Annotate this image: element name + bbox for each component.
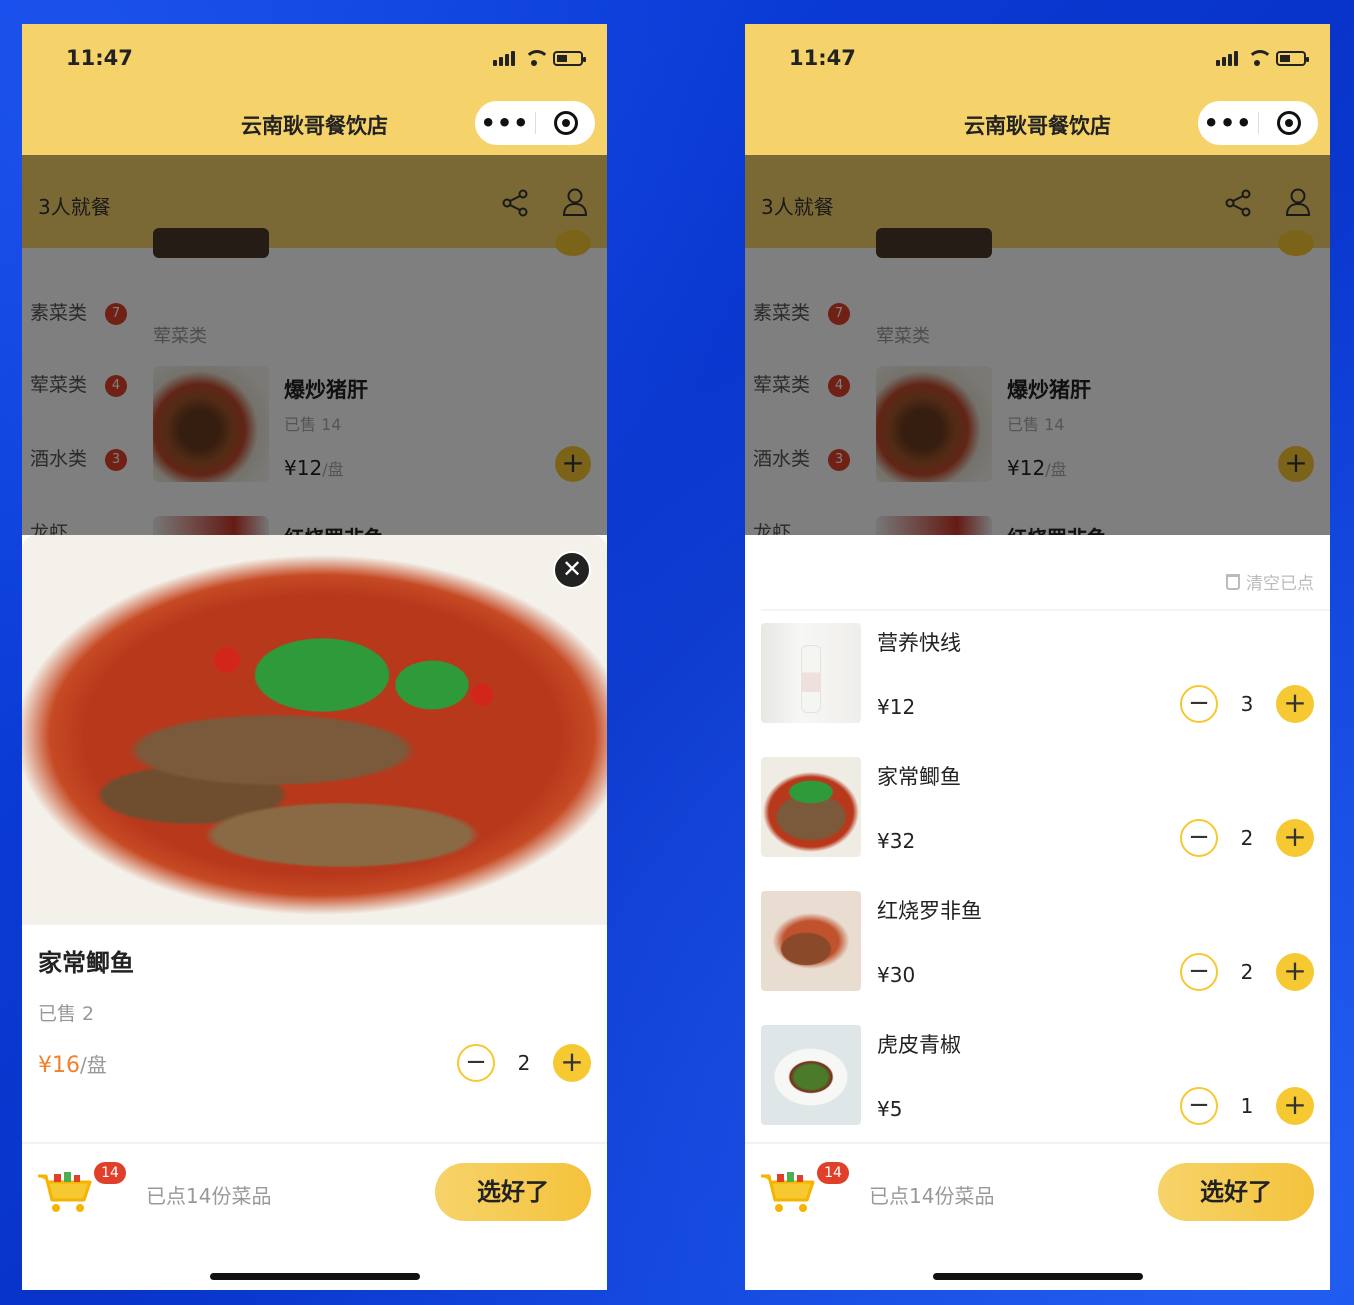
target-icon[interactable] xyxy=(1259,111,1318,135)
quantity-stepper: − 1 + xyxy=(1180,1087,1314,1125)
status-title-bar: 11:47 云南耿哥餐饮店 ••• xyxy=(745,24,1330,155)
increase-button[interactable]: + xyxy=(1276,685,1314,723)
cart-item: 虎皮青椒 ¥5 − 1 + xyxy=(761,1025,1314,1125)
quantity-value: 2 xyxy=(1240,960,1254,984)
detail-price: ¥16/盘 xyxy=(38,1053,107,1078)
cart-summary: 已点14份菜品 xyxy=(146,1184,272,1208)
cart-item-name: 红烧罗非鱼 xyxy=(877,899,982,923)
increase-button[interactable]: + xyxy=(1276,819,1314,857)
decrease-button[interactable]: − xyxy=(1180,953,1218,991)
status-title-bar: 11:47 云南耿哥餐饮店 ••• xyxy=(22,24,607,155)
cart-item-image xyxy=(761,1025,861,1125)
cart-count-badge: 14 xyxy=(817,1162,849,1184)
quantity-stepper: − 2 + xyxy=(457,1044,591,1082)
cart-item-image xyxy=(761,623,861,723)
cart-item-price: ¥5 xyxy=(877,1097,903,1121)
quantity-value: 2 xyxy=(517,1051,531,1075)
overlay-mask[interactable] xyxy=(745,155,1330,535)
decrease-button[interactable]: − xyxy=(1180,685,1218,723)
mini-program-capsule: ••• xyxy=(475,101,595,145)
quantity-stepper: − 2 + xyxy=(1180,953,1314,991)
wifi-icon xyxy=(523,50,550,66)
quantity-value: 3 xyxy=(1240,692,1254,716)
cart-item-price: ¥32 xyxy=(877,829,916,853)
home-indicator xyxy=(933,1273,1143,1280)
phone-cart-list: 11:47 云南耿哥餐饮店 ••• 3人就餐 素菜类7 荤菜类4 酒水类3 龙虾… xyxy=(745,24,1330,1290)
dish-photo xyxy=(22,535,607,925)
cart-summary: 已点14份菜品 xyxy=(869,1184,995,1208)
close-icon[interactable]: ✕ xyxy=(553,551,591,589)
phone-dish-detail: 11:47 云南耿哥餐饮店 ••• 3人就餐 素菜类7 荤菜类4 酒水类3 龙虾… xyxy=(22,24,607,1290)
cart-icon[interactable] xyxy=(36,1170,94,1216)
cart-item-name: 虎皮青椒 xyxy=(877,1033,961,1057)
cart-item-name: 家常鲫鱼 xyxy=(877,765,961,789)
status-icons xyxy=(493,50,586,66)
increase-button[interactable]: + xyxy=(1276,1087,1314,1125)
increase-button[interactable]: + xyxy=(1276,953,1314,991)
cart-item-price: ¥30 xyxy=(877,963,916,987)
cart-item-image xyxy=(761,891,861,991)
detail-dish-name: 家常鲫鱼 xyxy=(38,949,134,977)
trash-icon xyxy=(1226,573,1240,590)
increase-button[interactable]: + xyxy=(553,1044,591,1082)
divider xyxy=(22,1142,607,1144)
signal-icon xyxy=(1216,50,1238,66)
submit-order-button[interactable]: 选好了 xyxy=(435,1163,591,1221)
cart-item: 家常鲫鱼 ¥32 − 2 + xyxy=(761,757,1314,857)
cart-item: 红烧罗非鱼 ¥30 − 2 + xyxy=(761,891,1314,991)
decrease-button[interactable]: − xyxy=(1180,819,1218,857)
status-time: 11:47 xyxy=(789,46,856,70)
target-icon[interactable] xyxy=(536,111,595,135)
divider xyxy=(745,1142,1330,1144)
cart-item-price: ¥12 xyxy=(877,695,916,719)
signal-icon xyxy=(493,50,515,66)
decrease-button[interactable]: − xyxy=(457,1044,495,1082)
cart-item-image xyxy=(761,757,861,857)
more-icon[interactable]: ••• xyxy=(475,101,535,145)
quantity-stepper: − 3 + xyxy=(1180,685,1314,723)
cart-item-name: 营养快线 xyxy=(877,631,961,655)
status-icons xyxy=(1216,50,1309,66)
quantity-stepper: − 2 + xyxy=(1180,819,1314,857)
divider xyxy=(761,609,1330,611)
quantity-value: 1 xyxy=(1240,1094,1254,1118)
wifi-icon xyxy=(1246,50,1273,66)
decrease-button[interactable]: − xyxy=(1180,1087,1218,1125)
cart-item: 营养快线 ¥12 − 3 + xyxy=(761,623,1314,723)
mini-program-capsule: ••• xyxy=(1198,101,1318,145)
submit-order-button[interactable]: 选好了 xyxy=(1158,1163,1314,1221)
more-icon[interactable]: ••• xyxy=(1198,101,1258,145)
cart-count-badge: 14 xyxy=(94,1162,126,1184)
quantity-value: 2 xyxy=(1240,826,1254,850)
status-time: 11:47 xyxy=(66,46,133,70)
overlay-mask[interactable] xyxy=(22,155,607,535)
battery-icon xyxy=(1276,50,1309,66)
battery-icon xyxy=(553,50,586,66)
home-indicator xyxy=(210,1273,420,1280)
cart-icon[interactable] xyxy=(759,1170,817,1216)
detail-sold-count: 已售 2 xyxy=(38,1003,95,1025)
clear-cart-button[interactable]: 清空已点 xyxy=(1226,569,1314,594)
